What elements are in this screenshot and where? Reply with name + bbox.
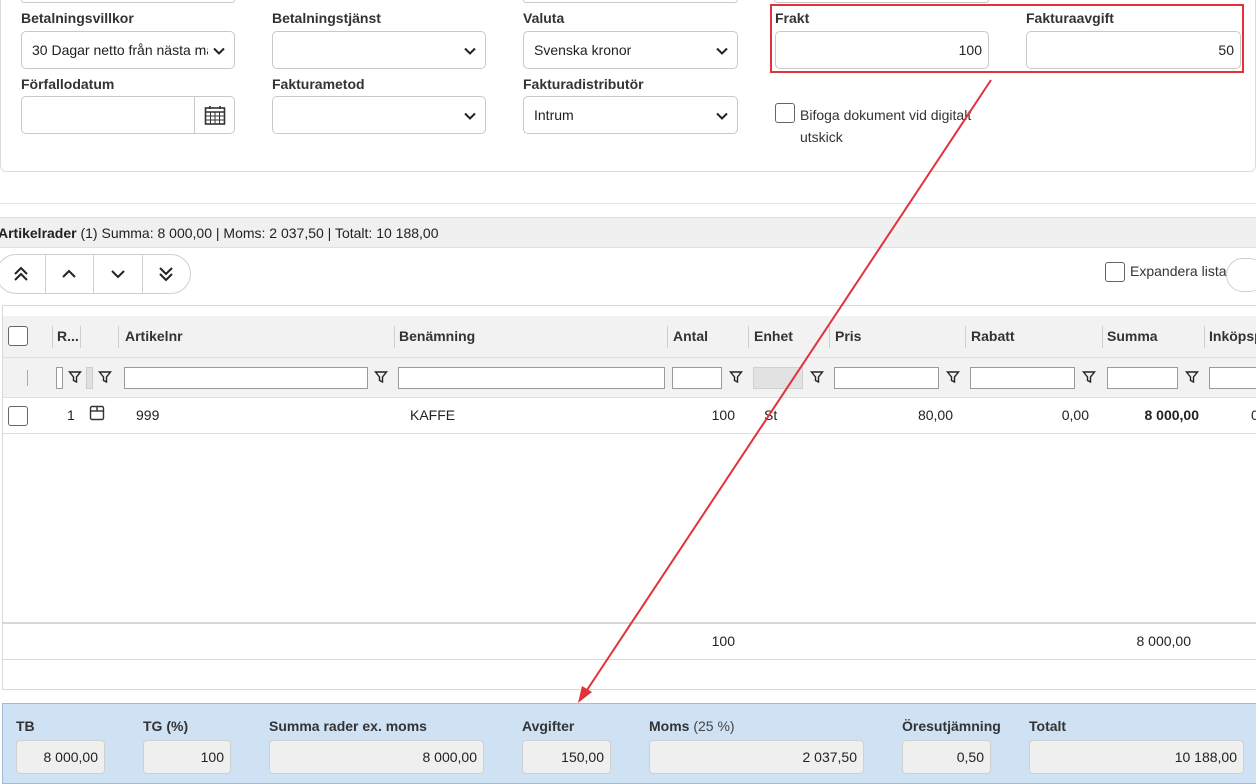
arrow-head xyxy=(578,686,592,703)
annotation-arrow xyxy=(578,79,992,703)
arrow-line xyxy=(584,79,992,694)
